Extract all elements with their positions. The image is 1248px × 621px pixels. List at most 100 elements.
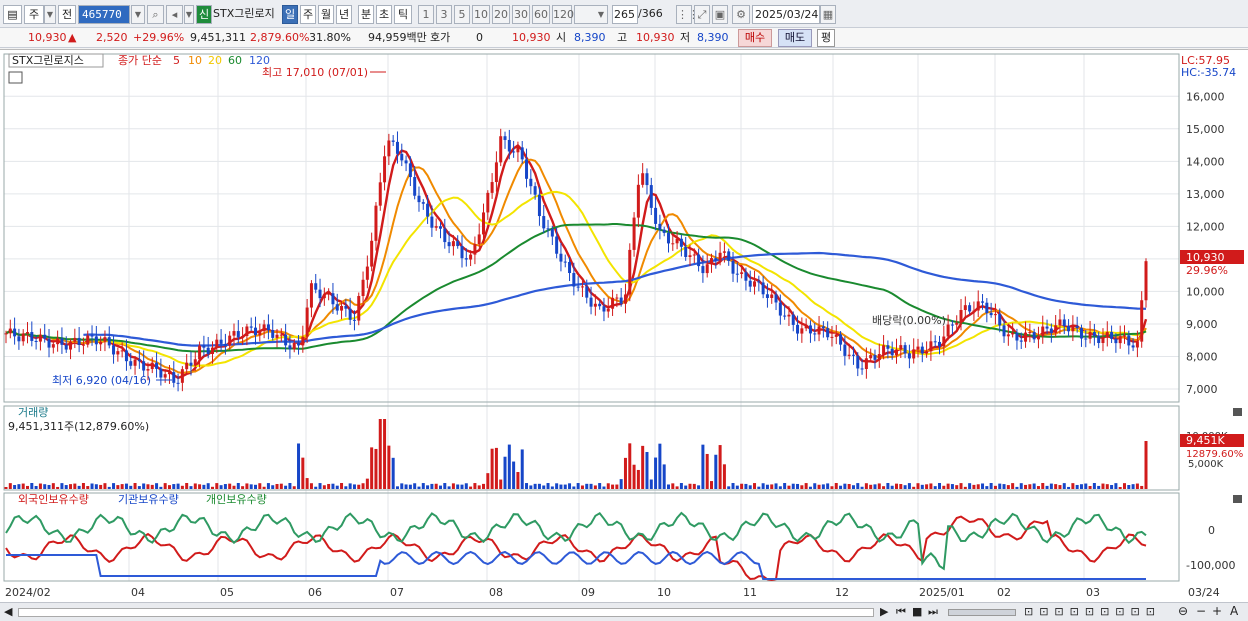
- candle-body: [791, 314, 795, 325]
- chevron-down-icon[interactable]: ▼: [44, 5, 56, 24]
- price-tick: 16,000: [1186, 90, 1225, 103]
- sell-button[interactable]: 매도: [778, 29, 812, 47]
- drawing-tools[interactable]: ⊡⊡⊡⊡⊡⊡⊡⊡⊡: [1024, 605, 1161, 618]
- open-price: 8,390: [574, 31, 606, 44]
- fast-forward-icon[interactable]: ⏭: [928, 605, 938, 619]
- candle-body: [1015, 332, 1019, 341]
- eval-button[interactable]: 평: [817, 29, 835, 47]
- period-month[interactable]: 월: [318, 5, 334, 24]
- candle-body: [568, 261, 572, 274]
- ma-label: 종가 단순: [118, 54, 162, 67]
- interval-120[interactable]: 120: [552, 5, 574, 24]
- volume-bar: [731, 483, 735, 489]
- volume-bar: [568, 483, 572, 489]
- candle-body: [387, 140, 391, 157]
- period-day[interactable]: 일: [282, 5, 298, 24]
- period-year[interactable]: 년: [336, 5, 352, 24]
- save-icon[interactable]: ▣: [712, 5, 728, 24]
- grid-icon[interactable]: ⋮⋮: [676, 5, 699, 24]
- speaker-icon[interactable]: ◂: [166, 5, 183, 24]
- chevron-down-icon[interactable]: ▼: [184, 5, 194, 24]
- scroll-left-icon[interactable]: ◀: [4, 605, 12, 618]
- hoga-value: 0: [476, 31, 483, 44]
- scroll-right-icon[interactable]: ▶: [880, 605, 888, 618]
- interval-10[interactable]: 10: [472, 5, 490, 24]
- expand-icon[interactable]: ⤢: [694, 5, 710, 24]
- interval-30[interactable]: 30: [512, 5, 530, 24]
- volume-bar: [34, 485, 38, 489]
- volume-bar: [180, 485, 184, 489]
- candle-body: [374, 205, 378, 241]
- candle-body: [606, 308, 610, 312]
- candle-body: [8, 328, 12, 334]
- volume-bar: [697, 485, 701, 489]
- scroll-track[interactable]: [18, 608, 874, 617]
- prev-button[interactable]: 전: [58, 5, 76, 24]
- menu-icon[interactable]: ▤: [3, 5, 22, 24]
- price-axis: 16,00015,00014,00013,00012,00011,00010,0…: [1186, 90, 1225, 396]
- date-input[interactable]: 2025/03/24: [752, 5, 820, 24]
- ma-20: 20: [208, 54, 222, 67]
- font-icon[interactable]: A: [1230, 604, 1238, 618]
- plus-icon[interactable]: +: [1212, 604, 1222, 618]
- buy-button[interactable]: 매수: [738, 29, 772, 47]
- volume-bar: [938, 483, 942, 489]
- minus-icon[interactable]: −: [1196, 604, 1206, 618]
- stop-icon[interactable]: ■: [912, 605, 922, 618]
- volume-bar: [1071, 483, 1075, 489]
- volume-bar: [619, 479, 623, 489]
- volume-bar: [529, 485, 533, 489]
- code-dropdown-icon[interactable]: ▼: [131, 5, 145, 24]
- candle-body: [469, 254, 473, 260]
- volume-bar: [279, 483, 283, 489]
- candle-body: [210, 347, 214, 354]
- volume-bar: [1140, 485, 1144, 489]
- candle-body: [155, 362, 159, 369]
- price-tick: 14,000: [1186, 155, 1225, 168]
- volume-bar: [426, 485, 430, 489]
- candle-body: [1062, 319, 1066, 326]
- price-tick: 12,000: [1186, 220, 1225, 233]
- stock-code-input[interactable]: 465770: [78, 5, 130, 24]
- interval-20[interactable]: 20: [492, 5, 510, 24]
- volume-bar: [710, 481, 714, 489]
- volume-bar: [645, 451, 649, 489]
- count-input[interactable]: 265: [612, 5, 638, 24]
- volume-bar: [43, 484, 47, 489]
- zoom-slider[interactable]: [948, 609, 1016, 616]
- gear-icon[interactable]: ⚙: [732, 5, 750, 24]
- volume-bar: [352, 484, 356, 489]
- zoom-out-icon[interactable]: ⊖: [1178, 604, 1188, 618]
- rewind-icon[interactable]: ⏮: [896, 605, 906, 619]
- candle-body: [176, 382, 180, 384]
- stock-chart[interactable]: STX그린로지스 종가 단순 5 10 20 60 120 LC:57.95 H…: [0, 50, 1248, 603]
- chart-area[interactable]: STX그린로지스 종가 단순 5 10 20 60 120 LC:57.95 H…: [0, 49, 1248, 602]
- period-week[interactable]: 주: [300, 5, 316, 24]
- volume-bar: [4, 487, 8, 489]
- volume-bar: [1131, 484, 1135, 489]
- period-type-select[interactable]: 주: [24, 5, 44, 24]
- candle-body: [985, 302, 989, 313]
- interval-60[interactable]: 60: [532, 5, 550, 24]
- volume-bar: [662, 464, 666, 489]
- ma-60: 60: [228, 54, 242, 67]
- volume-bar: [254, 484, 258, 489]
- period-tick[interactable]: 틱: [394, 5, 412, 24]
- search-icon[interactable]: ⌕: [147, 5, 164, 24]
- custom-interval-select[interactable]: ▼: [574, 5, 608, 24]
- interval-5[interactable]: 5: [454, 5, 470, 24]
- interval-3[interactable]: 3: [436, 5, 452, 24]
- candle-body: [365, 266, 369, 280]
- calendar-icon[interactable]: ▦: [820, 5, 836, 24]
- x-axis-label: 2025/01: [919, 586, 965, 599]
- candle-body: [692, 254, 696, 256]
- period-minute[interactable]: 분: [358, 5, 374, 24]
- interval-1[interactable]: 1: [418, 5, 434, 24]
- candle-body: [942, 336, 946, 347]
- candle-body: [451, 241, 455, 247]
- volume-bar: [469, 486, 473, 489]
- volume-bar: [297, 443, 301, 489]
- scroll-bar[interactable]: ◀ ▶ ⏮ ■ ⏭ ⊡⊡⊡⊡⊡⊡⊡⊡⊡ ⊖ − + A: [0, 602, 1248, 621]
- period-second[interactable]: 초: [376, 5, 392, 24]
- volume-bar: [959, 483, 963, 489]
